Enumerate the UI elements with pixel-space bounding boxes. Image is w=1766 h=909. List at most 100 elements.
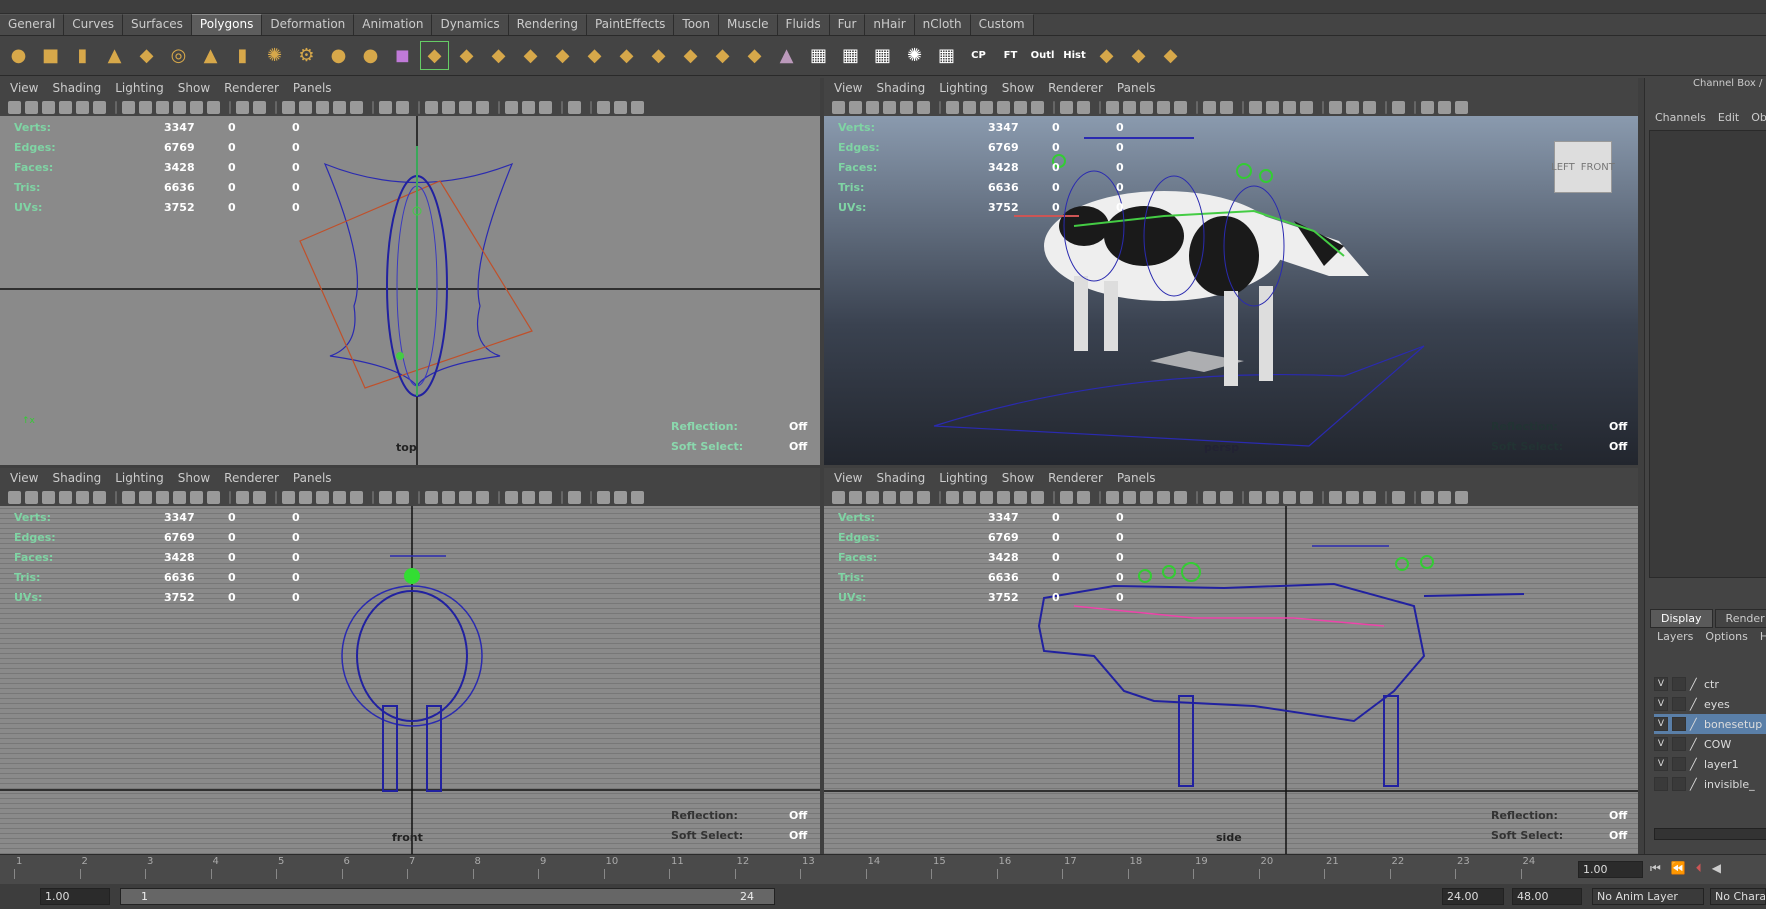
viewport-side[interactable]: Verts: 3347 0 0 Edges: 6769 0 0 Faces: 3428 0 0 Tris…	[824, 506, 1638, 854]
end-time-field[interactable]: 24.00	[1442, 888, 1504, 905]
panel-tool-icon[interactable]	[946, 100, 959, 114]
panel-tool-icon[interactable]	[156, 100, 169, 114]
layer-color-icon[interactable]: ╱	[1690, 738, 1700, 751]
panel-tool-icon[interactable]	[631, 490, 644, 504]
panel-tool-icon[interactable]	[849, 100, 862, 114]
panel-tool-icon[interactable]	[900, 100, 913, 114]
panel-tool-icon[interactable]	[1438, 100, 1451, 114]
shelf-tab-muscle[interactable]: Muscle	[719, 14, 778, 35]
panel-tool-icon[interactable]	[282, 490, 295, 504]
shelf-tab-painteffects[interactable]: PaintEffects	[586, 14, 675, 35]
panel-tool-icon[interactable]	[866, 100, 879, 114]
layer-visibility-toggle[interactable]: V	[1654, 757, 1668, 771]
panel-tool-icon[interactable]	[190, 100, 203, 114]
layer-visibility-toggle[interactable]: V	[1654, 717, 1668, 731]
panel-tool-icon[interactable]	[832, 490, 845, 504]
panel-tool-icon[interactable]	[505, 490, 518, 504]
panel-tool-icon[interactable]	[1220, 490, 1233, 504]
play-backwards-icon[interactable]: ◀	[1712, 861, 1721, 876]
panel-menu-lighting[interactable]: Lighting	[115, 471, 164, 485]
outliner-icon[interactable]: Outl	[1028, 41, 1057, 70]
panel-tool-icon[interactable]	[1392, 100, 1405, 114]
shelf-tab-general[interactable]: General	[0, 14, 65, 35]
layer-visibility-toggle[interactable]: V	[1654, 677, 1668, 691]
poly-pyramid-icon[interactable]: ▲	[196, 41, 225, 70]
shelf-tab-nhair[interactable]: nHair	[865, 14, 915, 35]
panel-menu-renderer[interactable]: Renderer	[1048, 471, 1103, 485]
panel-tool-icon[interactable]	[1455, 490, 1468, 504]
step-back-frame-icon[interactable]: ⏴	[1696, 861, 1702, 876]
planar-mapping-icon[interactable]: ▲	[772, 41, 801, 70]
panel-menu-panels[interactable]: Panels	[293, 471, 332, 485]
merge-icon[interactable]: ◆	[612, 41, 641, 70]
shelf-tab-custom[interactable]: Custom	[970, 14, 1034, 35]
panel-tool-icon[interactable]	[1174, 100, 1187, 114]
tool-a-icon[interactable]: ◆	[1092, 41, 1121, 70]
panel-tool-icon[interactable]	[614, 490, 627, 504]
combine-icon[interactable]: ●	[324, 41, 353, 70]
panel-tool-icon[interactable]	[946, 490, 959, 504]
layer-playback-toggle[interactable]	[1672, 697, 1686, 711]
shelf-tab-polygons[interactable]: Polygons	[191, 14, 263, 35]
panel-tool-icon[interactable]	[396, 100, 409, 114]
panel-tool-icon[interactable]	[597, 490, 610, 504]
panel-tool-icon[interactable]	[379, 490, 392, 504]
panel-tool-icon[interactable]	[963, 100, 976, 114]
smooth-icon[interactable]: ◼	[388, 41, 417, 70]
panel-menu-lighting[interactable]: Lighting	[115, 81, 164, 95]
panel-tool-icon[interactable]	[849, 490, 862, 504]
panel-tool-icon[interactable]	[59, 490, 72, 504]
panel-tool-icon[interactable]	[316, 490, 329, 504]
panel-tool-icon[interactable]	[917, 100, 930, 114]
panel-tool-icon[interactable]	[883, 490, 896, 504]
bevel-icon[interactable]: ◆	[676, 41, 705, 70]
poly-helix-icon[interactable]: ⚙	[292, 41, 321, 70]
channel-menu-channels[interactable]: Channels	[1655, 111, 1706, 124]
layer-color-icon[interactable]: ╱	[1690, 758, 1700, 771]
panel-tool-icon[interactable]	[980, 100, 993, 114]
tool-c-icon[interactable]: ◆	[1156, 41, 1185, 70]
layer-color-icon[interactable]: ╱	[1690, 718, 1700, 731]
panel-tool-icon[interactable]	[1283, 490, 1296, 504]
viewcube-icon[interactable]: LEFT FRONT	[1551, 141, 1615, 193]
separate-icon[interactable]: ●	[356, 41, 385, 70]
cp-icon[interactable]: CP	[964, 41, 993, 70]
panel-tool-icon[interactable]	[459, 490, 472, 504]
playback-range-slider[interactable]: 1 24	[120, 888, 775, 905]
layer-playback-toggle[interactable]	[1672, 777, 1686, 791]
bridge-icon[interactable]: ◆	[452, 41, 481, 70]
panel-tool-icon[interactable]	[476, 100, 489, 114]
panel-menu-panels[interactable]: Panels	[1117, 81, 1156, 95]
checker-uv3-icon[interactable]: ▦	[868, 41, 897, 70]
panel-tool-icon[interactable]	[139, 490, 152, 504]
extract-icon[interactable]: ◆	[740, 41, 769, 70]
layer-row[interactable]: V ╱ layer1	[1654, 754, 1766, 774]
panel-tool-icon[interactable]	[190, 490, 203, 504]
panel-tool-icon[interactable]	[1329, 100, 1342, 114]
panel-tool-icon[interactable]	[1203, 100, 1216, 114]
panel-menu-view[interactable]: View	[10, 81, 38, 95]
split-polygon-icon[interactable]: ◆	[516, 41, 545, 70]
channel-box-list[interactable]	[1649, 130, 1766, 578]
panel-tool-icon[interactable]	[350, 490, 363, 504]
panel-tool-icon[interactable]	[1157, 100, 1170, 114]
panel-tool-icon[interactable]	[1106, 490, 1119, 504]
panel-menu-show[interactable]: Show	[178, 471, 210, 485]
panel-tool-icon[interactable]	[1266, 100, 1279, 114]
checker-uv2-icon[interactable]: ▦	[836, 41, 865, 70]
uv-editor-icon[interactable]: ▦	[932, 41, 961, 70]
layer-tab-display[interactable]: Display	[1650, 609, 1713, 628]
panel-tool-icon[interactable]	[253, 100, 266, 114]
panel-tool-icon[interactable]	[333, 490, 346, 504]
shelf-tab-fur[interactable]: Fur	[829, 14, 866, 35]
panel-tool-icon[interactable]	[597, 100, 610, 114]
viewport-persp[interactable]: LEFT FRONT Verts: 3347 0 0 Edges: 6769 0 0 Faces…	[824, 116, 1638, 465]
panel-tool-icon[interactable]	[139, 100, 152, 114]
panel-tool-icon[interactable]	[76, 490, 89, 504]
panel-tool-icon[interactable]	[8, 100, 21, 114]
poly-torus-icon[interactable]: ◎	[164, 41, 193, 70]
panel-tool-icon[interactable]	[122, 100, 135, 114]
panel-menu-renderer[interactable]: Renderer	[1048, 81, 1103, 95]
panel-tool-icon[interactable]	[614, 100, 627, 114]
shelf-tab-curves[interactable]: Curves	[64, 14, 123, 35]
